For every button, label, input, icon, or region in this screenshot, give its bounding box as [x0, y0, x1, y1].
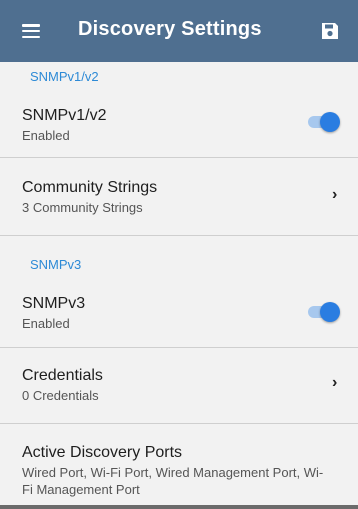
chevron-right-icon: ›: [332, 186, 338, 203]
chevron-right-icon: ›: [332, 374, 338, 391]
active-discovery-ports-row[interactable]: Active Discovery Ports Wired Port, Wi-Fi…: [0, 424, 358, 509]
settings-list: SNMPv1/v2 SNMPv1/v2 Enabled Community St…: [0, 62, 358, 509]
section-header-snmpv3: SNMPv3: [30, 257, 82, 272]
snmpv1v2-toggle[interactable]: [306, 112, 340, 132]
active-discovery-ports-title: Active Discovery Ports: [22, 444, 183, 461]
snmpv1v2-setting-row[interactable]: SNMPv1/v2 Enabled: [0, 92, 358, 158]
community-strings-title: Community Strings: [22, 179, 158, 196]
credentials-count: 0 Credentials: [22, 388, 99, 403]
active-discovery-ports-list: Wired Port, Wi-Fi Port, Wired Management…: [22, 465, 324, 497]
page-title: Discovery Settings: [78, 18, 262, 40]
bottom-divider: [0, 505, 358, 509]
save-icon[interactable]: [320, 21, 340, 41]
credentials-title: Credentials: [22, 367, 103, 384]
snmpv3-setting-row[interactable]: SNMPv3 Enabled: [0, 280, 358, 348]
hamburger-menu-icon[interactable]: [22, 24, 40, 38]
snmpv3-toggle[interactable]: [306, 302, 340, 322]
community-strings-row[interactable]: Community Strings 3 Community Strings ›: [0, 158, 358, 236]
toggle-thumb: [320, 302, 340, 322]
section-header-snmpv1v2: SNMPv1/v2: [30, 69, 99, 84]
app-bar: Discovery Settings: [0, 0, 358, 62]
community-strings-count: 3 Community Strings: [22, 200, 143, 215]
toggle-thumb: [320, 112, 340, 132]
credentials-row[interactable]: Credentials 0 Credentials ›: [0, 348, 358, 424]
